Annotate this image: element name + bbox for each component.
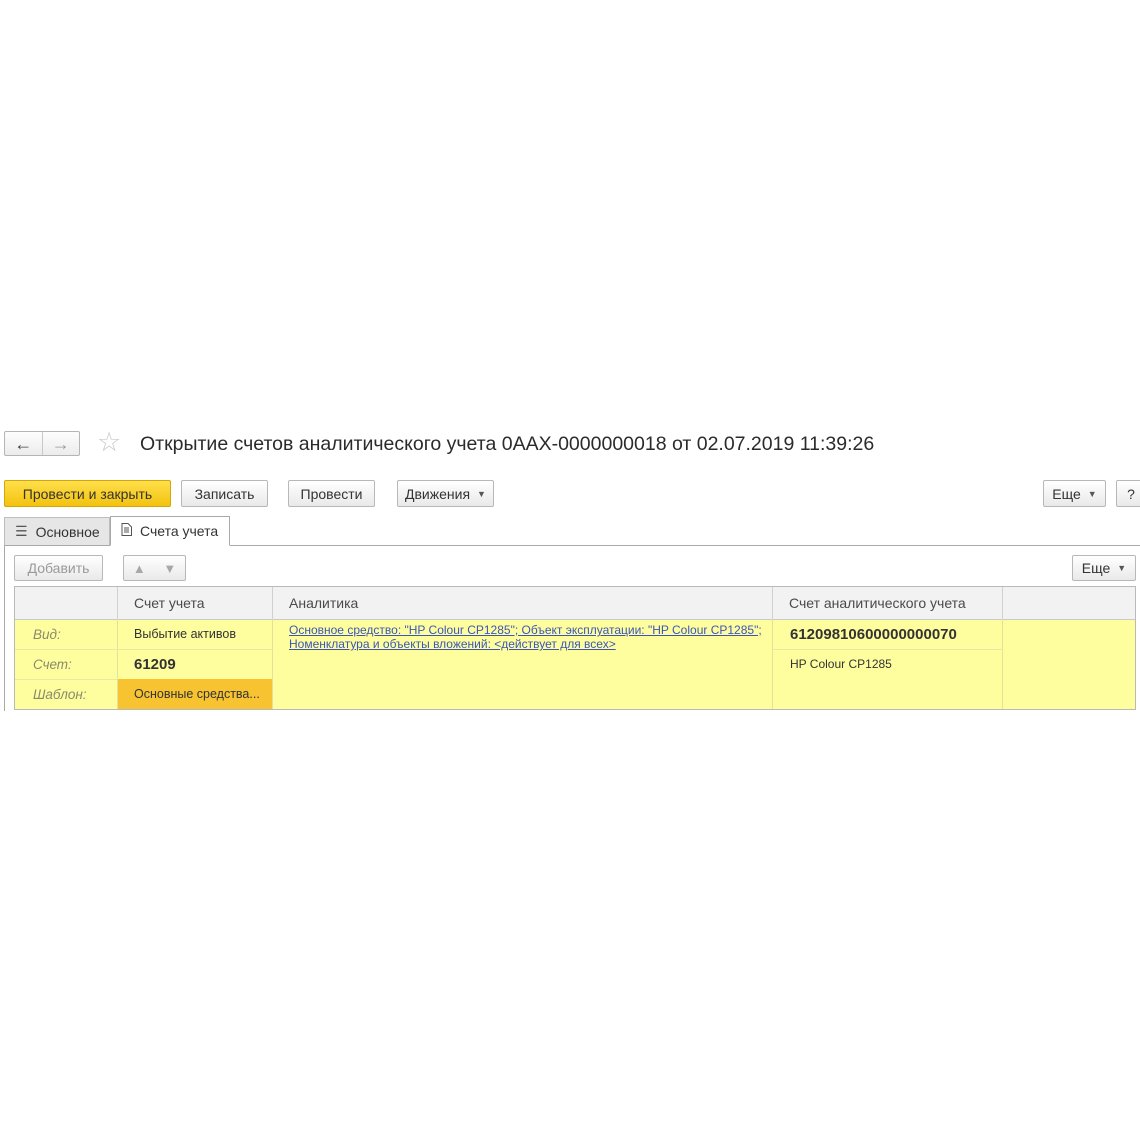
movements-dropdown[interactable]: Движения ▼ — [397, 480, 494, 507]
account-value[interactable]: 61209 — [118, 649, 272, 679]
post-button[interactable]: Провести — [288, 480, 375, 507]
table-more-label: Еще — [1081, 560, 1111, 576]
caret-down-icon: ▼ — [477, 488, 486, 499]
header-account[interactable]: Счет учета — [118, 587, 273, 619]
page-title: Открытие счетов аналитического учета 0АА… — [140, 433, 875, 455]
template-value[interactable]: Основные средства... — [118, 679, 272, 709]
column-divider — [1002, 619, 1003, 709]
analytic-account-number[interactable]: 61209810600000000070 — [773, 619, 1002, 649]
caret-down-icon: ▼ — [1117, 563, 1127, 573]
analytic-account-name[interactable]: HP Colour CP1285 — [773, 649, 1002, 679]
header-label-column — [15, 587, 118, 619]
tab-main[interactable]: ☰ Основное — [4, 517, 110, 545]
table-header: Счет учета Аналитика Счет аналитического… — [15, 587, 1135, 620]
move-buttons: ▲ ▼ — [123, 555, 186, 581]
post-and-close-button[interactable]: Провести и закрыть — [4, 480, 171, 507]
template-label: Шаблон: — [33, 686, 87, 702]
forward-arrow-icon[interactable]: → — [41, 432, 80, 455]
arrow-up-icon[interactable]: ▲ — [133, 561, 146, 576]
more-label: Еще — [1052, 485, 1081, 502]
header-empty — [1003, 587, 1135, 619]
table-more-button[interactable]: Еще ▼ — [1072, 555, 1136, 581]
header-analytics[interactable]: Аналитика — [273, 587, 773, 619]
tab-accounts-label: Счета учета — [140, 523, 219, 539]
accounts-table[interactable]: Счет учета Аналитика Счет аналитического… — [14, 586, 1136, 710]
movements-label: Движения — [405, 485, 471, 502]
add-button[interactable]: Добавить — [14, 555, 103, 581]
kind-label: Вид: — [33, 626, 61, 642]
save-button[interactable]: Записать — [181, 480, 268, 507]
tab-main-label: Основное — [35, 523, 100, 540]
account-label: Счет: — [33, 656, 72, 672]
arrow-down-icon[interactable]: ▼ — [163, 561, 176, 576]
document-icon — [121, 523, 132, 539]
navigation-buttons: ← → — [4, 431, 80, 456]
help-button[interactable]: ? — [1116, 480, 1140, 507]
tab-accounts[interactable]: Счета учета — [110, 516, 230, 546]
caret-down-icon: ▼ — [1087, 488, 1097, 499]
analytics-link-line-2[interactable]: Номенклатура и объекты вложений: <действ… — [289, 637, 772, 651]
document-form-window: ← → ☆ Открытие счетов аналитического уче… — [0, 0, 1140, 1140]
kind-value[interactable]: Выбытие активов — [118, 619, 272, 649]
star-icon[interactable]: ☆ — [97, 429, 121, 456]
list-icon: ☰ — [15, 523, 28, 539]
analytics-link-line-1[interactable]: Основное средство: "HP Colour CP1285"; О… — [289, 623, 772, 637]
analytics-value[interactable]: Основное средство: "HP Colour CP1285"; О… — [273, 623, 772, 651]
header-analytic-account[interactable]: Счет аналитического учета — [773, 587, 1003, 619]
back-arrow-icon[interactable]: ← — [5, 432, 42, 455]
more-button[interactable]: Еще ▼ — [1043, 480, 1106, 507]
